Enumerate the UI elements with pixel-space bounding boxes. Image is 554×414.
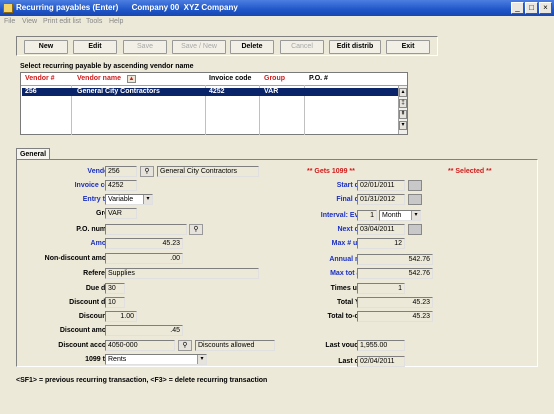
interval-unit-value: Month — [382, 212, 402, 219]
maximize-button[interactable]: □ — [525, 2, 538, 14]
minimize-button[interactable]: _ — [511, 2, 524, 14]
binoculars-icon[interactable]: ⚲ — [178, 340, 192, 351]
discount-account-field[interactable]: 4050-000 — [105, 340, 175, 351]
row-invoice-code: 4252 — [209, 88, 225, 95]
start-date-field[interactable]: 02/01/2011 — [357, 180, 405, 191]
non-discount-field[interactable]: .00 — [105, 253, 183, 264]
type-1099-select[interactable]: Rents ▾ — [105, 354, 207, 365]
window-title: Recurring payables (Enter) Company 00 XY… — [16, 3, 238, 12]
last-date-field[interactable]: 02/04/2011 — [357, 356, 405, 367]
calendar-icon[interactable] — [408, 224, 422, 235]
final-date-field[interactable]: 01/31/2012 — [357, 194, 405, 205]
toolbar: New Edit Save Save / New Delete Cancel E… — [16, 36, 438, 56]
edit-distrib-button[interactable]: Edit distrib — [329, 40, 381, 54]
total-ytd-field[interactable]: 45.23 — [357, 297, 433, 308]
scroll-page-icon[interactable]: ‡ — [399, 99, 407, 108]
entry-type-value: Variable — [108, 196, 134, 203]
column-header-vendor-no[interactable]: Vendor # — [25, 75, 55, 82]
column-header-group[interactable]: Group — [264, 75, 285, 82]
delete-button[interactable]: Delete — [230, 40, 274, 54]
discount-pct-field[interactable]: 1.00 — [105, 311, 137, 322]
last-voucher-field[interactable]: 1,955.00 — [357, 340, 405, 351]
amount-field[interactable]: 45.23 — [105, 238, 183, 249]
save-button[interactable]: Save — [123, 40, 167, 54]
scroll-down-icon[interactable]: ▾ — [399, 121, 407, 130]
exit-button[interactable]: Exit — [386, 40, 430, 54]
times-used-field[interactable]: 1 — [357, 283, 405, 294]
type-1099-value: Rents — [108, 356, 127, 363]
entry-type-select[interactable]: Variable ▾ — [105, 194, 153, 205]
po-number-field[interactable] — [105, 224, 187, 235]
row-group: VAR — [264, 88, 279, 95]
chevron-down-icon[interactable]: ▾ — [411, 211, 420, 220]
vendor-grid[interactable]: Vendor # Vendor name ▲ Invoice code Grou… — [20, 72, 408, 135]
menu-file[interactable]: File — [4, 18, 15, 25]
scroll-page-up-icon[interactable]: ⇞ — [399, 110, 407, 119]
cancel-button[interactable]: Cancel — [280, 40, 324, 54]
new-button[interactable]: New — [24, 40, 68, 54]
binoculars-icon[interactable]: ⚲ — [189, 224, 203, 235]
vendor-name-field: General City Contractors — [157, 166, 259, 177]
invoice-code-field[interactable]: 4252 — [105, 180, 137, 191]
total-to-date-field[interactable]: 45.23 — [357, 311, 433, 322]
selected-flag: ** Selected ** — [448, 168, 492, 175]
sort-ascending-icon[interactable]: ▲ — [127, 75, 136, 83]
menu-view[interactable]: View — [22, 18, 37, 25]
calendar-icon[interactable] — [408, 194, 422, 205]
menu-help[interactable]: Help — [109, 18, 123, 25]
menu-bar: File View Print edit list Tools Help — [0, 16, 554, 28]
group-field[interactable]: VAR — [105, 208, 137, 219]
status-bar: <SF1> = previous recurring transaction, … — [16, 377, 268, 384]
save-new-button[interactable]: Save / New — [172, 40, 226, 54]
max-uses-field[interactable]: 12 — [357, 238, 405, 249]
column-header-invoice-code[interactable]: Invoice code — [209, 75, 251, 82]
scroll-up-icon[interactable]: ▴ — [399, 88, 407, 97]
discount-days-field[interactable]: 10 — [105, 297, 125, 308]
column-header-vendor-name[interactable]: Vendor name — [77, 75, 121, 82]
discount-account-desc: Discounts allowed — [195, 340, 275, 351]
row-vendor-name: General City Contractors — [77, 88, 160, 95]
edit-button[interactable]: Edit — [73, 40, 117, 54]
chevron-down-icon[interactable]: ▾ — [197, 355, 206, 364]
discount-amount-field[interactable]: .45 — [105, 325, 183, 336]
column-header-po[interactable]: P.O. # — [309, 75, 328, 82]
binoculars-icon[interactable]: ⚲ — [140, 166, 154, 177]
grid-caption: Select recurring payable by ascending ve… — [20, 63, 194, 70]
close-button[interactable]: × — [539, 2, 552, 14]
interval-unit-select[interactable]: Month ▾ — [379, 210, 421, 221]
interval-count-field[interactable]: 1 — [357, 210, 377, 221]
vendor-no-field[interactable]: 256 — [105, 166, 137, 177]
menu-tools[interactable]: Tools — [86, 18, 102, 25]
max-tot-amt-field[interactable]: 542.76 — [357, 268, 433, 279]
menu-print-edit-list[interactable]: Print edit list — [43, 18, 81, 25]
app-icon — [3, 3, 13, 13]
general-panel: Vendor # 256 ⚲ General City Contractors … — [16, 159, 538, 367]
row-vendor-no: 256 — [25, 88, 37, 95]
due-days-field[interactable]: 30 — [105, 283, 125, 294]
reference-field[interactable]: Supplies — [105, 268, 259, 279]
chevron-down-icon[interactable]: ▾ — [143, 195, 152, 204]
grid-header-divider — [21, 85, 407, 86]
next-date-field[interactable]: 03/04/2011 — [357, 224, 405, 235]
gets-1099-flag: ** Gets 1099 ** — [307, 168, 355, 175]
grid-scrollbar[interactable]: ▴ ‡ ⇞ ▾ — [398, 86, 407, 134]
annual-max-field[interactable]: 542.76 — [357, 254, 433, 265]
calendar-icon[interactable] — [408, 180, 422, 191]
title-bar: Recurring payables (Enter) Company 00 XY… — [0, 0, 554, 16]
